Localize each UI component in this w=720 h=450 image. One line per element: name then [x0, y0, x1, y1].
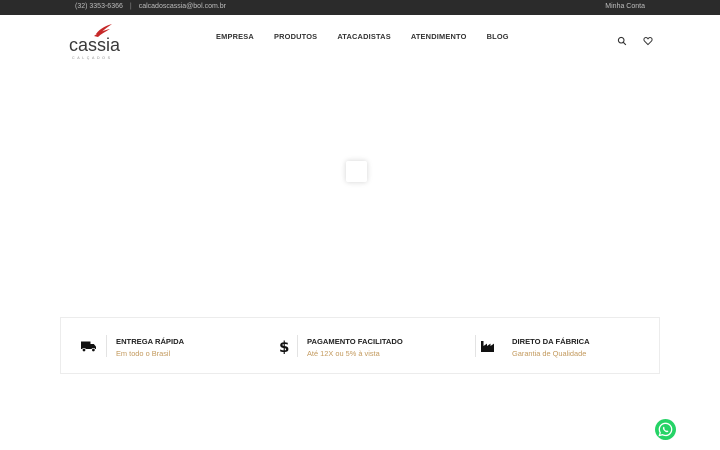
separator: |	[129, 3, 132, 10]
logo[interactable]: cassia CALÇADOS	[68, 20, 130, 60]
dollar-icon: $	[276, 338, 294, 356]
feature-subtitle: Até 12X ou 5% à vista	[307, 349, 380, 358]
whatsapp-button[interactable]	[655, 419, 676, 440]
truck-icon	[80, 338, 98, 354]
factory-icon	[479, 338, 497, 354]
feature-title: PAGAMENTO FACILITADO	[307, 337, 403, 346]
feature-title: ENTREGA RÁPIDA	[116, 337, 185, 346]
phone-link[interactable]: (32) 3353-6366	[75, 3, 123, 10]
divider	[106, 335, 107, 357]
divider	[475, 335, 476, 357]
nav-empresa[interactable]: EMPRESA	[216, 32, 254, 41]
feature-subtitle: Garantia de Qualidade	[512, 349, 587, 358]
contact-info: (32) 3353-6366 | calcadoscassia@bol.com.…	[75, 3, 226, 10]
feature-subtitle: Em todo o Brasil	[116, 349, 171, 358]
site-header: cassia CALÇADOS EMPRESA PRODUTOS ATACADI…	[0, 15, 720, 61]
loading-spinner	[346, 161, 367, 182]
feature-factory: DIRETO DA FÁBRICA Garantia de Qualidade	[471, 318, 661, 375]
svg-text:$: $	[279, 338, 289, 354]
feature-title: DIRETO DA FÁBRICA	[512, 337, 590, 346]
nav-atacadistas[interactable]: ATACADISTAS	[337, 32, 391, 41]
main-nav: EMPRESA PRODUTOS ATACADISTAS ATENDIMENTO…	[216, 32, 509, 41]
feature-payment: $ PAGAMENTO FACILITADO Até 12X ou 5% à v…	[271, 318, 471, 375]
logo-text: cassia	[69, 35, 121, 55]
divider	[297, 335, 298, 357]
nav-atendimento[interactable]: ATENDIMENTO	[411, 32, 467, 41]
logo-subtext: CALÇADOS	[72, 56, 113, 60]
nav-blog[interactable]: BLOG	[487, 32, 509, 41]
my-account-link[interactable]: Minha Conta	[605, 3, 645, 10]
nav-produtos[interactable]: PRODUTOS	[274, 32, 317, 41]
email-link[interactable]: calcadoscassia@bol.com.br	[139, 3, 226, 10]
whatsapp-icon	[658, 422, 673, 437]
logo-graphic: cassia CALÇADOS	[69, 24, 121, 60]
top-bar: (32) 3353-6366 | calcadoscassia@bol.com.…	[0, 0, 720, 15]
search-icon[interactable]	[617, 33, 627, 46]
features-bar: ENTREGA RÁPIDA Em todo o Brasil $ PAGAME…	[60, 317, 660, 374]
feature-delivery: ENTREGA RÁPIDA Em todo o Brasil	[61, 318, 261, 375]
header-icons	[617, 33, 653, 46]
heart-icon[interactable]	[643, 33, 653, 46]
